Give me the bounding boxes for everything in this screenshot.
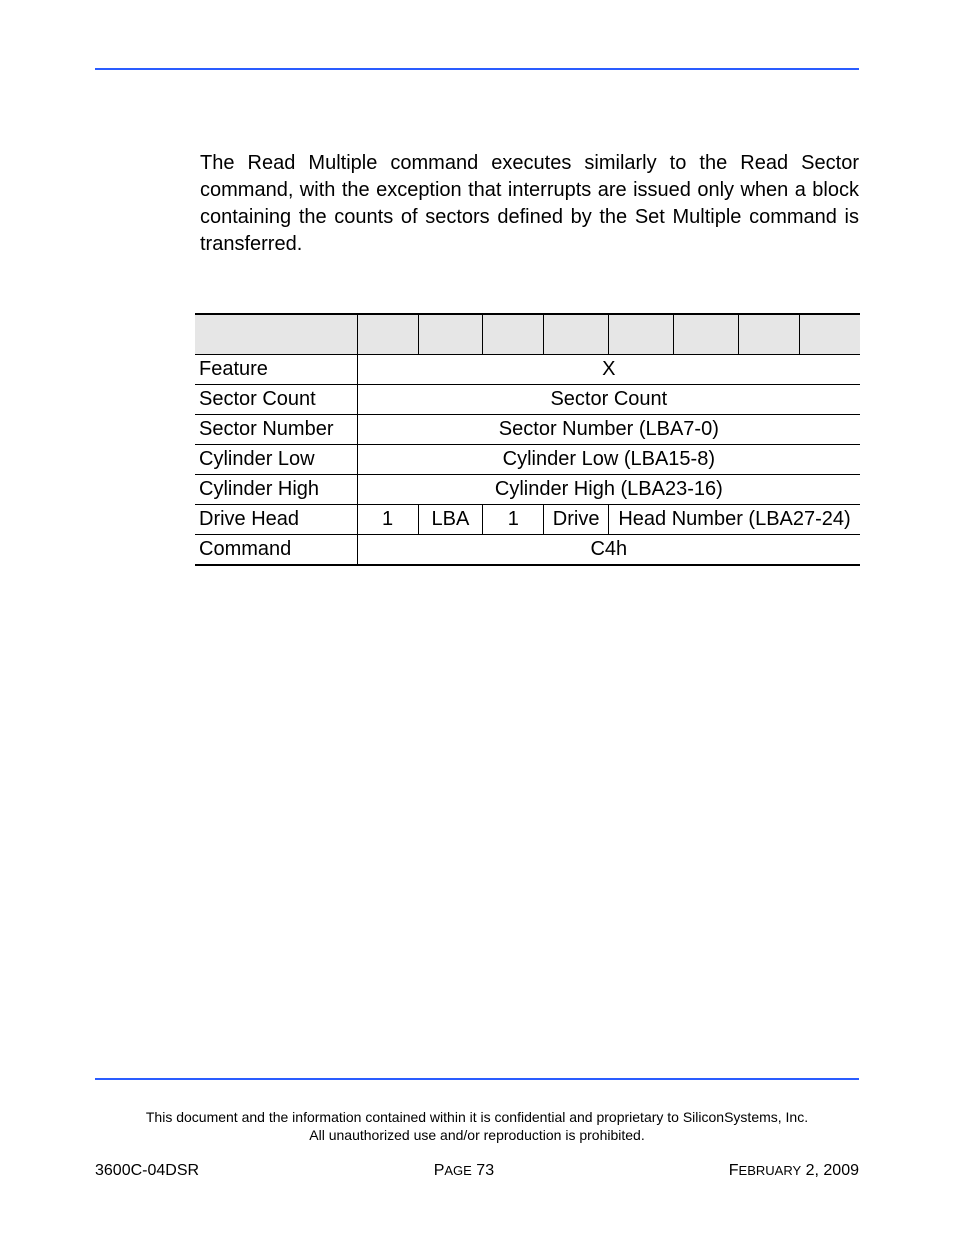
header-cell-bit7 xyxy=(357,314,418,354)
value-sector-count: Sector Count xyxy=(357,384,860,414)
drive-head-b3-0: Head Number (LBA27-24) xyxy=(609,504,860,534)
footer-center-prefix: P xyxy=(434,1162,445,1179)
label-cylinder-low: Cylinder Low xyxy=(195,444,357,474)
header-cell-bit6 xyxy=(418,314,483,354)
disclaimer-line1: This document and the information contai… xyxy=(146,1109,808,1125)
drive-head-b4: Drive xyxy=(544,504,609,534)
register-table: Feature X Sector Count Sector Count Sect… xyxy=(195,313,860,566)
row-cylinder-high: Cylinder High Cylinder High (LBA23-16) xyxy=(195,474,860,504)
footer-center-num: 73 xyxy=(472,1162,494,1179)
drive-head-b7: 1 xyxy=(357,504,418,534)
page: The Read Multiple command executes simil… xyxy=(0,0,954,1235)
row-drive-head: Drive Head 1 LBA 1 Drive Head Number (LB… xyxy=(195,504,860,534)
row-sector-count: Sector Count Sector Count xyxy=(195,384,860,414)
header-cell-bit0 xyxy=(799,314,860,354)
header-cell-register xyxy=(195,314,357,354)
row-feature: Feature X xyxy=(195,354,860,384)
value-cylinder-high: Cylinder High (LBA23-16) xyxy=(357,474,860,504)
value-command: C4h xyxy=(357,534,860,565)
header-cell-bit3 xyxy=(609,314,674,354)
footer-right-rest: 2, 2009 xyxy=(801,1162,859,1179)
row-sector-number: Sector Number Sector Number (LBA7-0) xyxy=(195,414,860,444)
row-command: Command C4h xyxy=(195,534,860,565)
value-feature: X xyxy=(357,354,860,384)
footer: This document and the information contai… xyxy=(95,1078,859,1180)
footer-right-word: EBRUARY xyxy=(739,1163,802,1178)
value-sector-number: Sector Number (LBA7-0) xyxy=(357,414,860,444)
footer-rule xyxy=(95,1078,859,1080)
label-drive-head: Drive Head xyxy=(195,504,357,534)
footer-line: 3600C-04DSR PAGE 73 FEBRUARY 2, 2009 xyxy=(95,1162,859,1180)
body-paragraph: The Read Multiple command executes simil… xyxy=(200,150,859,258)
drive-head-b6: LBA xyxy=(418,504,483,534)
footer-center: PAGE 73 xyxy=(434,1162,494,1180)
header-cell-bit2 xyxy=(673,314,738,354)
footer-right: FEBRUARY 2, 2009 xyxy=(729,1162,859,1180)
label-sector-count: Sector Count xyxy=(195,384,357,414)
drive-head-b5: 1 xyxy=(483,504,544,534)
value-cylinder-low: Cylinder Low (LBA15-8) xyxy=(357,444,860,474)
footer-center-word: AGE xyxy=(444,1163,471,1178)
label-feature: Feature xyxy=(195,354,357,384)
header-cell-bit4 xyxy=(544,314,609,354)
disclaimer: This document and the information contai… xyxy=(95,1108,859,1144)
table-header-row xyxy=(195,314,860,354)
footer-right-prefix: F xyxy=(729,1162,739,1179)
label-sector-number: Sector Number xyxy=(195,414,357,444)
header-cell-bit1 xyxy=(738,314,799,354)
header-cell-bit5 xyxy=(483,314,544,354)
footer-left: 3600C-04DSR xyxy=(95,1162,199,1180)
top-rule xyxy=(95,68,859,70)
label-command: Command xyxy=(195,534,357,565)
label-cylinder-high: Cylinder High xyxy=(195,474,357,504)
row-cylinder-low: Cylinder Low Cylinder Low (LBA15-8) xyxy=(195,444,860,474)
disclaimer-line2: All unauthorized use and/or reproduction… xyxy=(309,1127,644,1143)
